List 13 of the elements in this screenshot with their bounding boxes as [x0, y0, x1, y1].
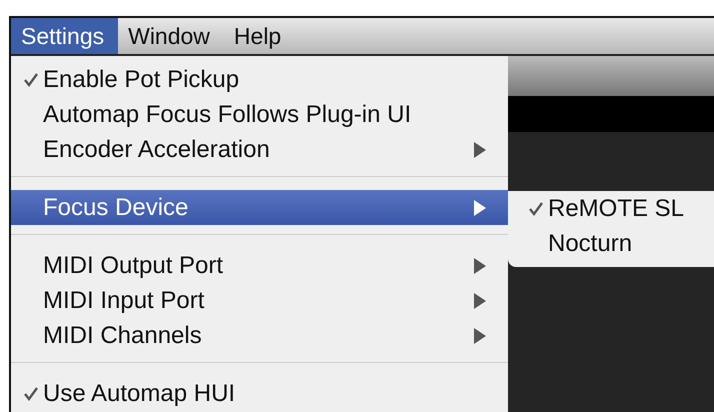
menu-bar-item[interactable]: Help: [224, 18, 296, 54]
menu-item[interactable]: Encoder Acceleration: [11, 132, 508, 167]
menu-item[interactable]: MIDI Output Port: [11, 248, 508, 283]
menu-item[interactable]: Enable Pot Pickup: [11, 62, 508, 97]
menu-item[interactable]: Nocturn: [508, 226, 714, 261]
menu-item[interactable]: MIDI Channels: [11, 318, 508, 353]
menu-bar-item[interactable]: Settings: [11, 18, 118, 54]
menu-bar-item[interactable]: Window: [118, 18, 224, 54]
menu-item[interactable]: Use Automap HUI: [11, 376, 508, 411]
menu-item[interactable]: Focus Device: [11, 190, 508, 225]
menu-item[interactable]: Automap Focus Follows Plug-in UI: [11, 97, 508, 132]
menu-item[interactable]: MIDI Input Port: [11, 283, 508, 318]
menu-item[interactable]: ReMOTE SL: [508, 191, 714, 226]
